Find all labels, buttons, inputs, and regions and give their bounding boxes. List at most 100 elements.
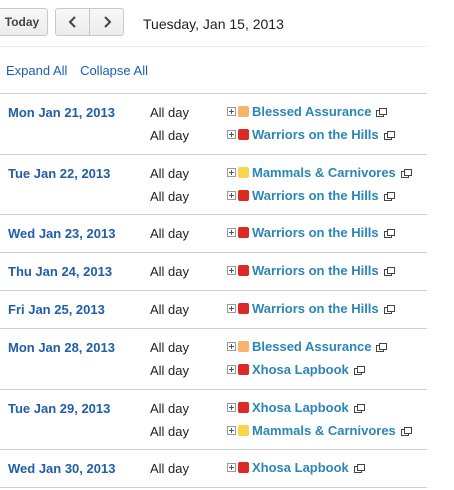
event-row: All day Blessed Assurance (0, 101, 427, 124)
previous-button[interactable] (55, 8, 90, 36)
event-title-link[interactable]: Xhosa Lapbook (252, 460, 365, 475)
expand-event-icon[interactable] (227, 228, 236, 237)
event-title-link[interactable]: Blessed Assurance (252, 339, 388, 354)
event-row: All day Blessed Assurance (0, 336, 427, 359)
calendar-color-swatch (238, 425, 249, 436)
event-title-link[interactable]: Warriors on the Hills (252, 127, 395, 142)
event-row: All day Xhosa Lapbook (0, 397, 427, 420)
event-title: Mammals & Carnivores (252, 423, 396, 438)
expand-event-icon[interactable] (227, 304, 236, 313)
event-title-link[interactable]: Xhosa Lapbook (252, 362, 365, 377)
event-title: Blessed Assurance (252, 104, 372, 119)
day-events: All day Xhosa Lapbook (0, 450, 427, 480)
expand-event-icon[interactable] (227, 191, 236, 200)
event-title-link[interactable]: Xhosa Lapbook (252, 400, 365, 415)
calendar-color-swatch (238, 364, 249, 375)
event-title-link[interactable]: Warriors on the Hills (252, 263, 395, 278)
event-title: Mammals & Carnivores (252, 165, 396, 180)
popup-window-icon[interactable] (400, 168, 412, 179)
day-events: All day Xhosa Lapbook All day Mammals & Car… (0, 390, 427, 443)
calendar-color-swatch (238, 106, 249, 117)
event-title: Blessed Assurance (252, 339, 372, 354)
event-title-link[interactable]: Mammals & Carnivores (252, 165, 412, 180)
event-title-link[interactable]: Warriors on the Hills (252, 301, 395, 316)
calendar-color-swatch (238, 190, 249, 201)
popup-window-icon[interactable] (383, 130, 395, 141)
popup-window-icon[interactable] (383, 266, 395, 277)
event-title-link[interactable]: Warriors on the Hills (252, 188, 395, 203)
expand-all-link[interactable]: Expand All (6, 63, 67, 78)
event-time: All day (150, 128, 190, 143)
expand-event-icon[interactable] (227, 266, 236, 275)
toolbar: Today Tuesday, Jan 15, 2013 (0, 0, 427, 46)
event-time: All day (150, 189, 190, 204)
event-title-link[interactable]: Mammals & Carnivores (252, 423, 412, 438)
collapse-all-link[interactable]: Collapse All (80, 63, 148, 78)
calendar-color-swatch (238, 227, 249, 238)
popup-window-icon[interactable] (376, 107, 388, 118)
event-row: All day Warriors on the Hills (0, 222, 427, 245)
calendar-color-swatch (238, 341, 249, 352)
agenda-day: Wed Jan 30, 2013 All day Xhosa Lapbook (0, 449, 427, 487)
expand-event-icon[interactable] (227, 342, 236, 351)
expand-event-icon[interactable] (227, 463, 236, 472)
popup-window-icon[interactable] (376, 342, 388, 353)
expand-event-icon[interactable] (227, 107, 236, 116)
event-title-link[interactable]: Blessed Assurance (252, 104, 388, 119)
agenda-day: Tue Jan 22, 2013 All day Mammals & Carnivo… (0, 154, 427, 214)
divider (0, 46, 427, 47)
day-events: All day Warriors on the Hills (0, 253, 427, 283)
expand-event-icon[interactable] (227, 403, 236, 412)
divider (0, 487, 427, 488)
popup-window-icon[interactable] (353, 365, 365, 376)
expand-event-icon[interactable] (227, 365, 236, 374)
day-events: All day Blessed Assurance All day Xhosa Lap… (0, 329, 427, 382)
agenda-day: Mon Jan 28, 2013 All day Blessed Assurance… (0, 328, 427, 389)
event-time: All day (150, 302, 190, 317)
event-title: Warriors on the Hills (252, 127, 379, 142)
event-time: All day (150, 401, 190, 416)
agenda-day: Tue Jan 29, 2013 All day Xhosa Lapbook All … (0, 389, 427, 449)
event-row: All day Warriors on the Hills (0, 298, 427, 321)
event-row: All day Warriors on the Hills (0, 124, 427, 147)
event-time: All day (150, 105, 190, 120)
current-date-label: Tuesday, Jan 15, 2013 (143, 16, 284, 32)
day-events: All day Blessed Assurance All day Warriors … (0, 94, 427, 147)
agenda-day: Thu Jan 24, 2013 All day Warriors on the H… (0, 252, 427, 290)
event-time: All day (150, 166, 190, 181)
event-row: All day Mammals & Carnivores (0, 162, 427, 185)
expand-event-icon[interactable] (227, 168, 236, 177)
popup-window-icon[interactable] (383, 191, 395, 202)
today-button[interactable]: Today (0, 8, 48, 36)
event-row: All day Warriors on the Hills (0, 260, 427, 283)
event-time: All day (150, 363, 190, 378)
calendar-color-swatch (238, 265, 249, 276)
agenda-day: Mon Jan 21, 2013 All day Blessed Assurance… (0, 93, 427, 154)
popup-window-icon[interactable] (400, 426, 412, 437)
calendar-color-swatch (238, 462, 249, 473)
event-row: All day Xhosa Lapbook (0, 359, 427, 382)
next-button[interactable] (89, 8, 124, 36)
popup-window-icon[interactable] (353, 463, 365, 474)
expand-event-icon[interactable] (227, 130, 236, 139)
expand-controls: Expand All Collapse All (6, 63, 148, 78)
popup-window-icon[interactable] (383, 228, 395, 239)
event-time: All day (150, 264, 190, 279)
calendar-color-swatch (238, 129, 249, 140)
day-events: All day Warriors on the Hills (0, 215, 427, 245)
event-title: Xhosa Lapbook (252, 362, 349, 377)
popup-window-icon[interactable] (383, 304, 395, 315)
expand-event-icon[interactable] (227, 426, 236, 435)
event-row: All day Xhosa Lapbook (0, 457, 427, 480)
event-time: All day (150, 340, 190, 355)
event-title: Warriors on the Hills (252, 301, 379, 316)
popup-window-icon[interactable] (353, 403, 365, 414)
event-title-link[interactable]: Warriors on the Hills (252, 225, 395, 240)
day-events: All day Mammals & Carnivores All day Warrio… (0, 155, 427, 208)
day-events: All day Warriors on the Hills (0, 291, 427, 321)
calendar-color-swatch (238, 303, 249, 314)
agenda-list: Mon Jan 21, 2013 All day Blessed Assurance… (0, 93, 427, 488)
event-time: All day (150, 461, 190, 476)
chevron-right-icon (103, 16, 111, 28)
event-time: All day (150, 424, 190, 439)
